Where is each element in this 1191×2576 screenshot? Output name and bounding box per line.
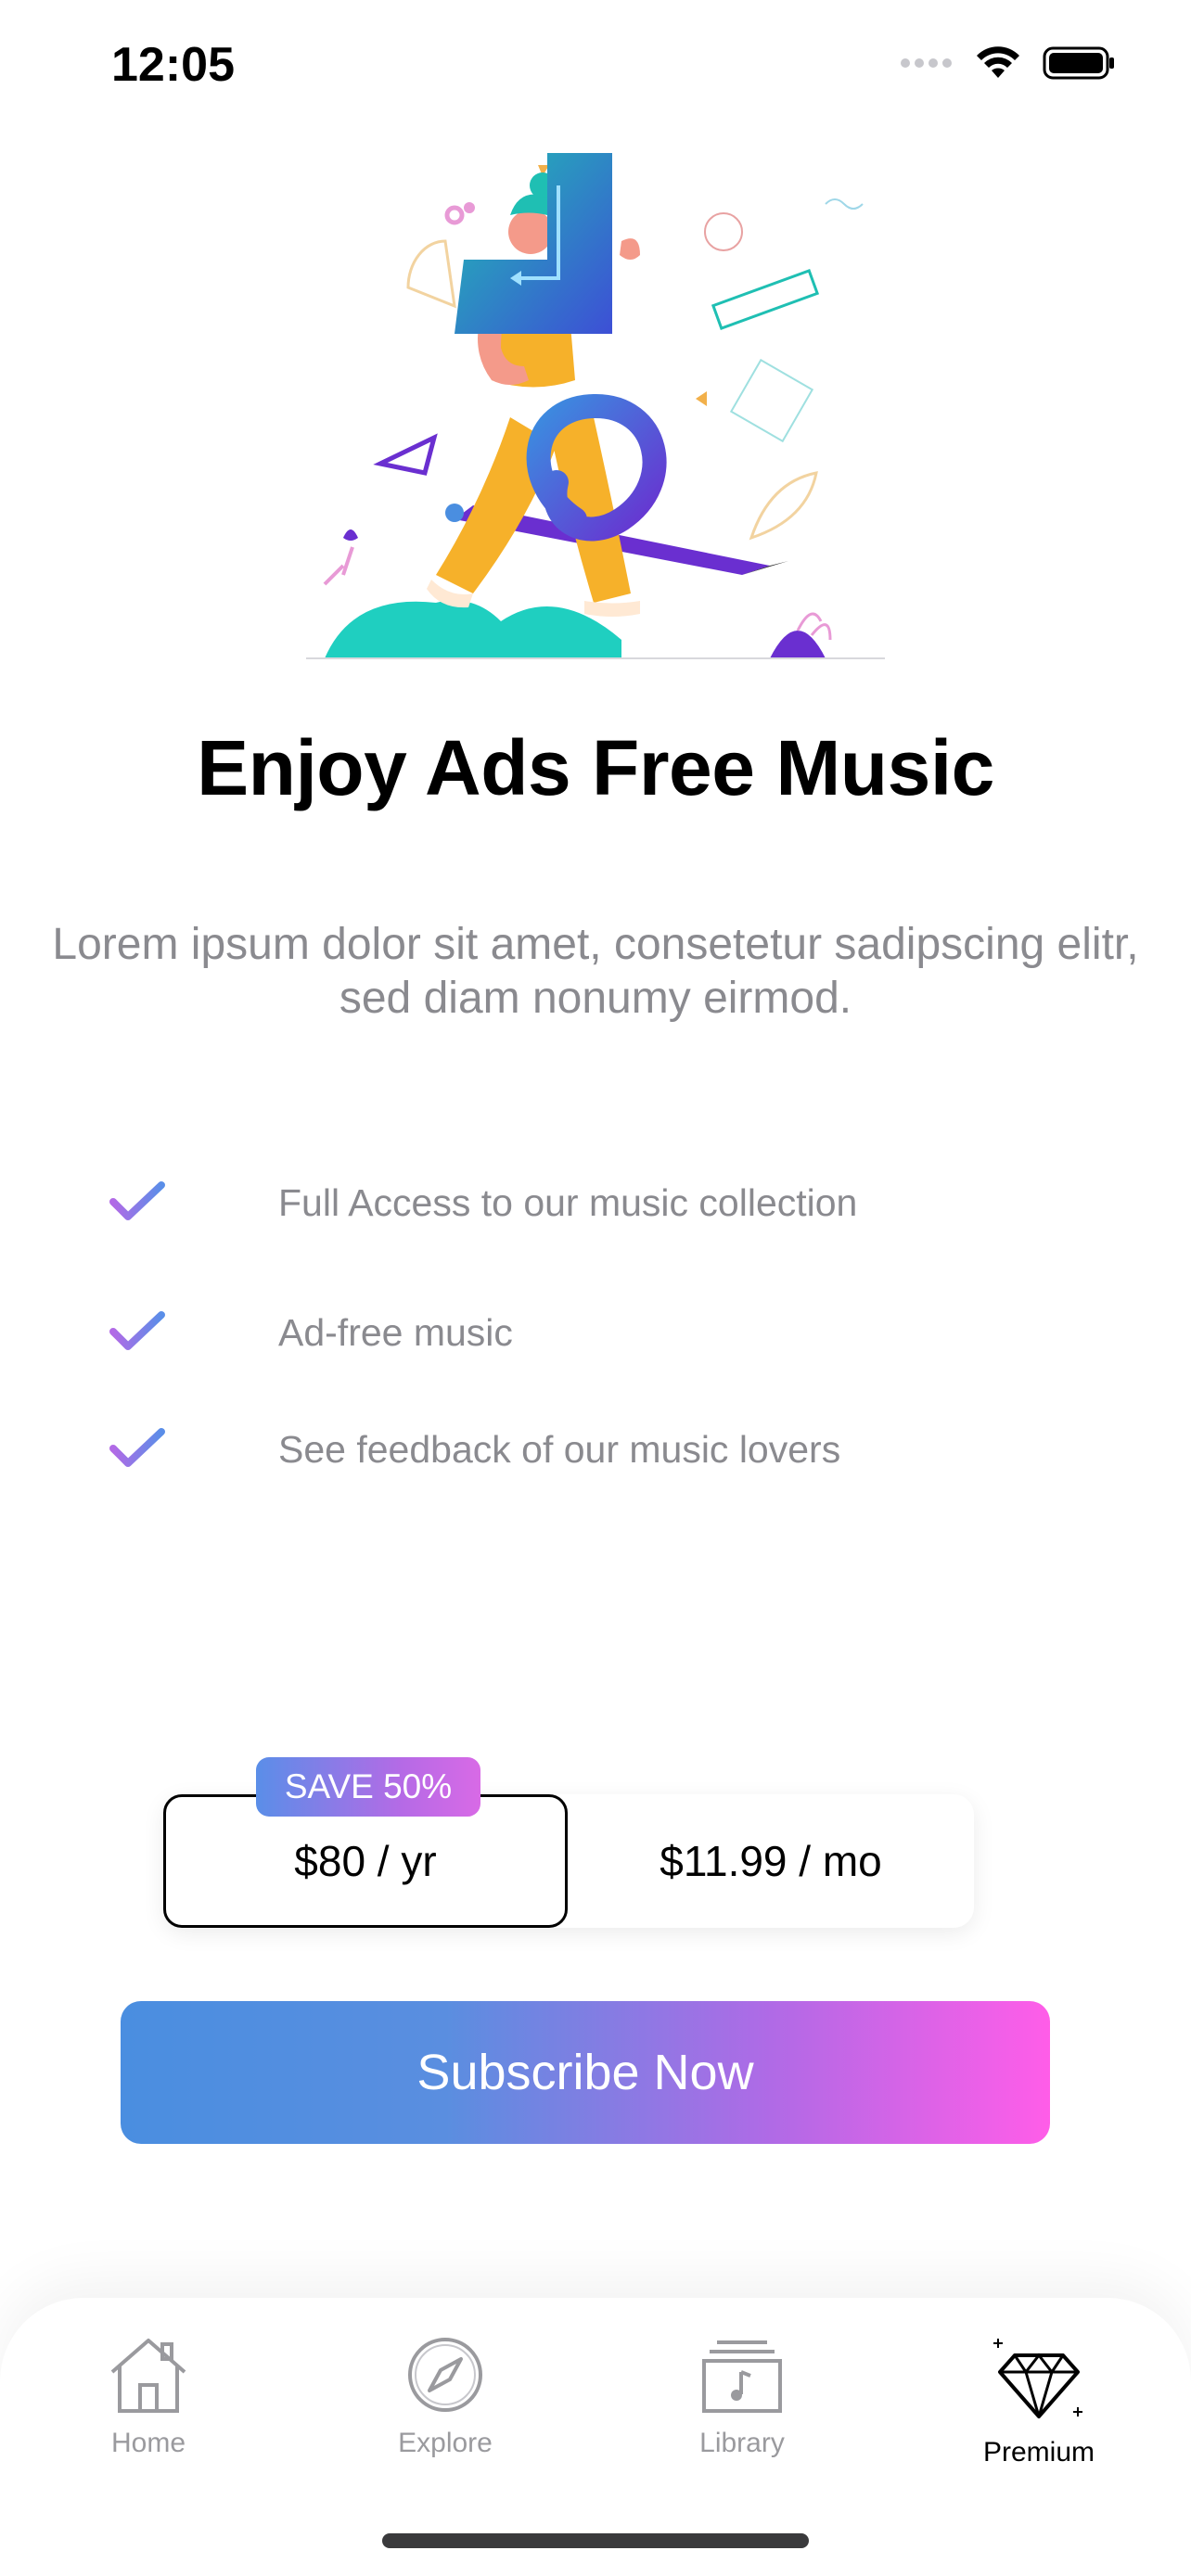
checkmark-icon	[109, 1311, 165, 1350]
tab-label: Premium	[982, 2437, 1095, 2468]
checkmark-icon	[109, 1181, 165, 1220]
tab-library[interactable]: Library	[621, 2335, 863, 2483]
status-time: 12:05	[111, 38, 235, 92]
home-icon	[110, 2339, 186, 2413]
page-title: Enjoy Ads Free Music	[197, 724, 994, 811]
signal-icon	[901, 58, 952, 68]
status-bar: 12:05	[0, 0, 1191, 139]
feature-item: Ad-free music	[0, 1298, 1191, 1372]
tab-label: Library	[699, 2428, 785, 2458]
save-badge: SAVE 50%	[256, 1757, 480, 1817]
checkmark-icon	[109, 1428, 165, 1467]
plan-monthly-option[interactable]: $11.99 / mo	[568, 1794, 974, 1928]
plan-selector: $80 / yr $11.99 / mo SAVE 50%	[163, 1757, 974, 1928]
subscribe-button[interactable]: Subscribe Now	[121, 2001, 1050, 2144]
compass-icon	[408, 2338, 482, 2412]
status-icons	[900, 45, 1117, 82]
battery-icon	[1043, 46, 1114, 80]
feature-text: Full Access to our music collection	[278, 1181, 858, 1224]
plan-yearly-price: $80 / yr	[294, 1837, 437, 1885]
feature-text: See feedback of our music lovers	[278, 1428, 841, 1471]
tab-label: Explore	[398, 2428, 493, 2458]
wifi-icon	[977, 46, 1019, 78]
feature-item: Full Access to our music collection	[0, 1168, 1191, 1243]
library-icon	[702, 2340, 782, 2413]
page-subtitle: Lorem ipsum dolor sit amet, consetetur s…	[52, 920, 1139, 1023]
tab-premium[interactable]: Premium	[918, 2335, 1159, 2483]
feature-text: Ad-free music	[278, 1311, 513, 1354]
feature-item: See feedback of our music lovers	[0, 1415, 1191, 1489]
tab-explore[interactable]: Explore	[325, 2335, 566, 2483]
home-indicator	[382, 2533, 809, 2548]
tab-label: Home	[110, 2428, 186, 2458]
diamond-icon	[993, 2339, 1082, 2418]
hero-illustration	[306, 153, 885, 659]
tab-home[interactable]: Home	[28, 2335, 269, 2483]
plan-monthly-price: $11.99 / mo	[660, 1837, 882, 1885]
